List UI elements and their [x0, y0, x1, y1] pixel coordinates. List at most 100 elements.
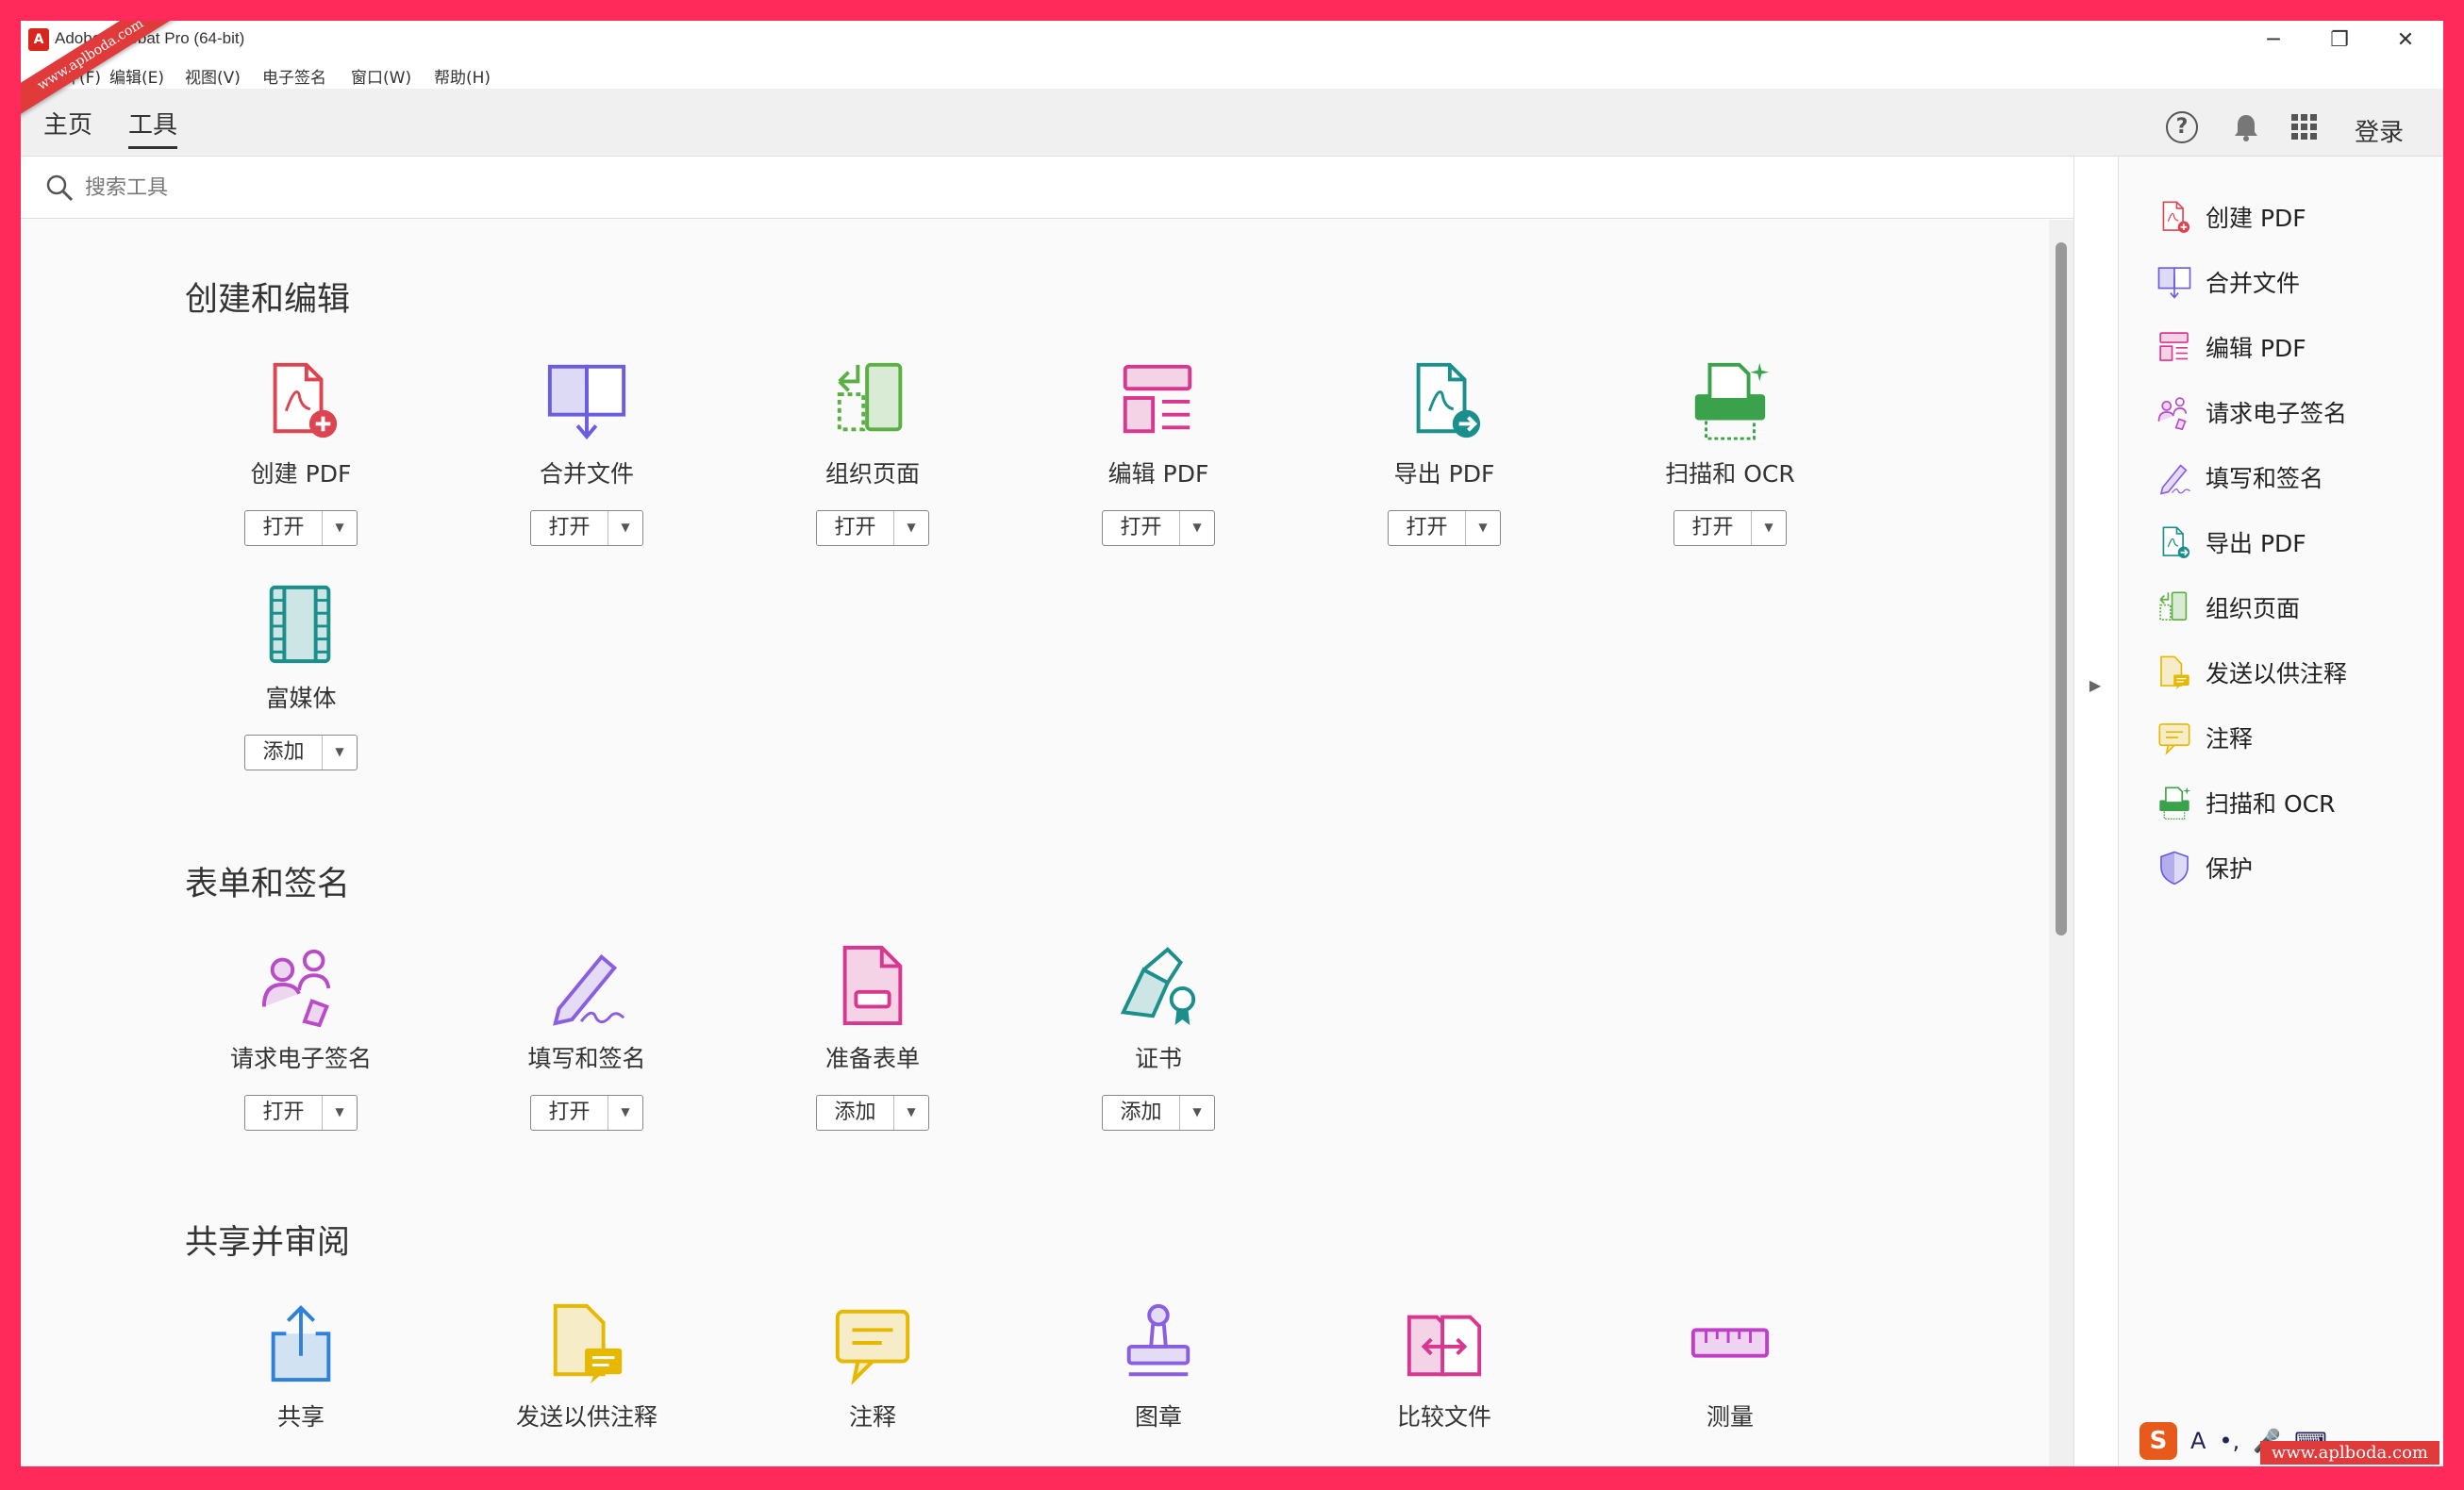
login-button[interactable]: 登录: [2355, 113, 2404, 148]
tool-icon-wrapper[interactable]: [1116, 942, 1201, 1027]
tool-card[interactable]: 图章: [1026, 1300, 1290, 1432]
tool-card[interactable]: 组织页面 打开 ▼: [741, 357, 1005, 546]
right-panel-item[interactable]: 注释: [2156, 717, 2253, 758]
chevron-down-icon[interactable]: ▼: [1180, 1096, 1214, 1130]
collapse-panel-handle[interactable]: ▶: [2081, 671, 2109, 700]
restore-button[interactable]: ❐: [2306, 21, 2372, 60]
send-for-comments-icon: [553, 1303, 623, 1384]
measure-icon: [1690, 1328, 1770, 1358]
scrollbar-thumb[interactable]: [2056, 242, 2067, 935]
menu-view[interactable]: 视图(V): [185, 64, 241, 88]
right-panel-item[interactable]: 导出 PDF: [2156, 522, 2306, 563]
tool-card[interactable]: 扫描和 OCR 打开 ▼: [1598, 357, 1862, 546]
right-panel-label: 请求电子签名: [2206, 400, 2348, 427]
tool-open-button[interactable]: 打开: [531, 1096, 608, 1130]
tool-card[interactable]: 请求电子签名 打开 ▼: [169, 942, 433, 1131]
chevron-down-icon[interactable]: ▼: [1752, 511, 1786, 545]
chevron-down-icon[interactable]: ▼: [323, 1096, 357, 1130]
tool-card[interactable]: 测量: [1598, 1300, 1862, 1432]
tool-card[interactable]: 编辑 PDF 打开 ▼: [1026, 357, 1290, 546]
chevron-down-icon[interactable]: ▼: [894, 1096, 928, 1130]
tool-icon-wrapper[interactable]: [1688, 357, 1773, 442]
right-panel-item[interactable]: 创建 PDF: [2156, 196, 2306, 238]
tool-card[interactable]: 富媒体添加 ▼: [169, 582, 433, 770]
tool-split-button: 打开 ▼: [244, 1095, 358, 1131]
organize-pages-icon: [2159, 591, 2188, 621]
chevron-down-icon[interactable]: ▼: [894, 511, 928, 545]
tool-icon-wrapper[interactable]: [830, 357, 915, 442]
tool-open-button[interactable]: 打开: [1674, 511, 1752, 545]
tool-card[interactable]: 导出 PDF 打开 ▼: [1312, 357, 1576, 546]
bell-icon[interactable]: [2230, 111, 2262, 143]
tool-label: 富媒体: [265, 685, 337, 712]
tool-icon-wrapper[interactable]: [544, 942, 629, 1027]
right-panel-item[interactable]: 发送以供注释: [2156, 652, 2347, 693]
tool-open-button[interactable]: 打开: [1389, 511, 1466, 545]
chevron-down-icon[interactable]: ▼: [608, 511, 642, 545]
tool-open-button[interactable]: 添加: [817, 1096, 894, 1130]
tool-open-button[interactable]: 打开: [817, 511, 894, 545]
tool-icon-wrapper[interactable]: [258, 942, 343, 1028]
tool-card[interactable]: 比较文件: [1312, 1300, 1576, 1432]
tool-icon-wrapper[interactable]: [258, 1300, 343, 1385]
tool-icon-wrapper[interactable]: [544, 357, 629, 442]
tool-icon-wrapper[interactable]: [1116, 1300, 1201, 1385]
search-input[interactable]: [85, 168, 1877, 207]
chevron-down-icon[interactable]: ▼: [323, 511, 357, 545]
tool-icon-wrapper[interactable]: [1688, 1300, 1773, 1385]
tool-open-button[interactable]: 添加: [245, 736, 323, 770]
ime-icon[interactable]: S: [2139, 1422, 2177, 1460]
tool-card[interactable]: 准备表单 添加 ▼: [741, 942, 1005, 1131]
tool-icon-wrapper[interactable]: [258, 582, 343, 667]
right-panel-item[interactable]: 合并文件: [2156, 261, 2300, 303]
tool-card[interactable]: 发送以供注释: [455, 1300, 719, 1432]
chevron-down-icon[interactable]: ▼: [1180, 511, 1214, 545]
menu-help[interactable]: 帮助(H): [434, 64, 491, 88]
tool-open-button[interactable]: 打开: [531, 511, 608, 545]
combine-files-icon: [547, 364, 626, 440]
tool-icon-wrapper[interactable]: [1402, 357, 1487, 442]
tool-card[interactable]: 填写和签名 打开 ▼: [455, 942, 719, 1131]
menu-window[interactable]: 窗口(W): [351, 64, 411, 88]
punctuation-icon[interactable]: •,: [2219, 1428, 2239, 1454]
app-window: A Adobe Acrobat Pro (64-bit) ─ ❐ ✕ 文件(F)…: [21, 21, 2443, 1466]
section-title: 创建和编辑: [185, 281, 351, 319]
help-icon[interactable]: ?: [2166, 111, 2198, 143]
chevron-down-icon[interactable]: ▼: [608, 1096, 642, 1130]
tab-tools[interactable]: 工具: [128, 106, 178, 149]
right-panel-item[interactable]: 填写和签名: [2156, 456, 2323, 498]
tool-icon-wrapper[interactable]: [258, 357, 343, 442]
right-panel-item[interactable]: 保护: [2156, 847, 2253, 888]
language-indicator[interactable]: A: [2190, 1428, 2206, 1454]
right-panel-item[interactable]: 组织页面: [2156, 587, 2300, 628]
tool-label: 图章: [1134, 1403, 1182, 1431]
right-panel-item[interactable]: 请求电子签名: [2156, 391, 2347, 433]
tool-card[interactable]: 证书 添加 ▼: [1026, 942, 1290, 1131]
right-panel-icon: [2156, 524, 2192, 560]
tool-icon-wrapper[interactable]: [830, 942, 915, 1027]
tool-open-button[interactable]: 打开: [245, 1096, 323, 1130]
tool-card[interactable]: 创建 PDF 打开 ▼: [169, 357, 433, 546]
menu-edit[interactable]: 编辑(E): [109, 64, 164, 88]
tab-home[interactable]: 主页: [43, 106, 92, 146]
tool-icon-wrapper[interactable]: [1116, 357, 1201, 442]
tool-open-button[interactable]: 打开: [1103, 511, 1180, 545]
tool-open-button[interactable]: 打开: [245, 511, 323, 545]
tool-split-button: 打开 ▼: [1102, 510, 1215, 546]
tool-card[interactable]: 合并文件 打开 ▼: [455, 357, 719, 546]
tool-open-button[interactable]: 添加: [1103, 1096, 1180, 1130]
tool-icon-wrapper[interactable]: [830, 1300, 915, 1386]
tool-card[interactable]: 共享: [169, 1300, 433, 1432]
chevron-down-icon[interactable]: ▼: [1466, 511, 1500, 545]
close-button[interactable]: ✕: [2372, 21, 2439, 60]
menu-esign[interactable]: 电子签名: [262, 64, 326, 88]
apps-grid-icon[interactable]: [2289, 111, 2321, 143]
right-panel-item[interactable]: 编辑 PDF: [2156, 326, 2306, 368]
tool-card[interactable]: 注释: [741, 1300, 1005, 1432]
tool-split-button: 打开 ▼: [244, 510, 358, 546]
right-panel-item[interactable]: 扫描和 OCR: [2156, 782, 2335, 823]
chevron-down-icon[interactable]: ▼: [323, 736, 357, 770]
tool-icon-wrapper[interactable]: [544, 1300, 629, 1385]
minimize-button[interactable]: ─: [2240, 21, 2306, 60]
tool-icon-wrapper[interactable]: [1402, 1300, 1487, 1385]
